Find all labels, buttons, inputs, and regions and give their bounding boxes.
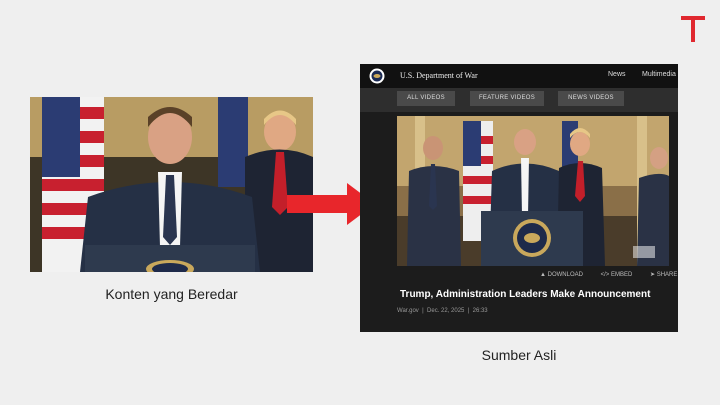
- video-player[interactable]: [397, 116, 669, 266]
- department-seal-icon[interactable]: [369, 68, 385, 84]
- share-label: SHARE: [656, 272, 678, 278]
- nav-multimedia-link[interactable]: Multimedia: [642, 71, 676, 78]
- meta-duration: 26:33: [472, 308, 488, 314]
- tab-all-videos[interactable]: ALL VIDEOS: [397, 91, 455, 106]
- tab-feature-videos[interactable]: FEATURE VIDEOS: [470, 91, 544, 106]
- nav-news-link[interactable]: News: [608, 71, 626, 78]
- right-caption: Sumber Asli: [481, 347, 557, 363]
- embed-label: EMBED: [610, 272, 633, 278]
- share-button[interactable]: ➤ SHARE: [650, 272, 678, 278]
- download-label: DOWNLOAD: [547, 272, 583, 278]
- site-title[interactable]: U.S. Department of War: [400, 71, 478, 80]
- video-meta: War.gov | Dec. 22, 2025 | 26:33: [397, 308, 488, 314]
- brand-logo: T: [681, 16, 705, 42]
- download-button[interactable]: ▲ DOWNLOAD: [540, 272, 591, 278]
- embed-button[interactable]: </> EMBED: [601, 272, 641, 278]
- original-source-screenshot: U.S. Department of War News Multimedia A…: [360, 64, 678, 332]
- tab-news-videos[interactable]: NEWS VIDEOS: [558, 91, 624, 106]
- circulated-video-still: [30, 97, 313, 272]
- meta-date: Dec. 22, 2025: [427, 308, 465, 314]
- meta-author: War.gov: [397, 308, 419, 314]
- video-tabs: ALL VIDEOS FEATURE VIDEOS NEWS VIDEOS: [360, 88, 678, 112]
- video-actions: ▲ DOWNLOAD </> EMBED ➤ SHARE: [540, 271, 678, 278]
- site-header: U.S. Department of War News Multimedia: [360, 64, 678, 88]
- left-caption: Konten yang Beredar: [105, 286, 238, 302]
- video-title: Trump, Administration Leaders Make Annou…: [400, 289, 651, 300]
